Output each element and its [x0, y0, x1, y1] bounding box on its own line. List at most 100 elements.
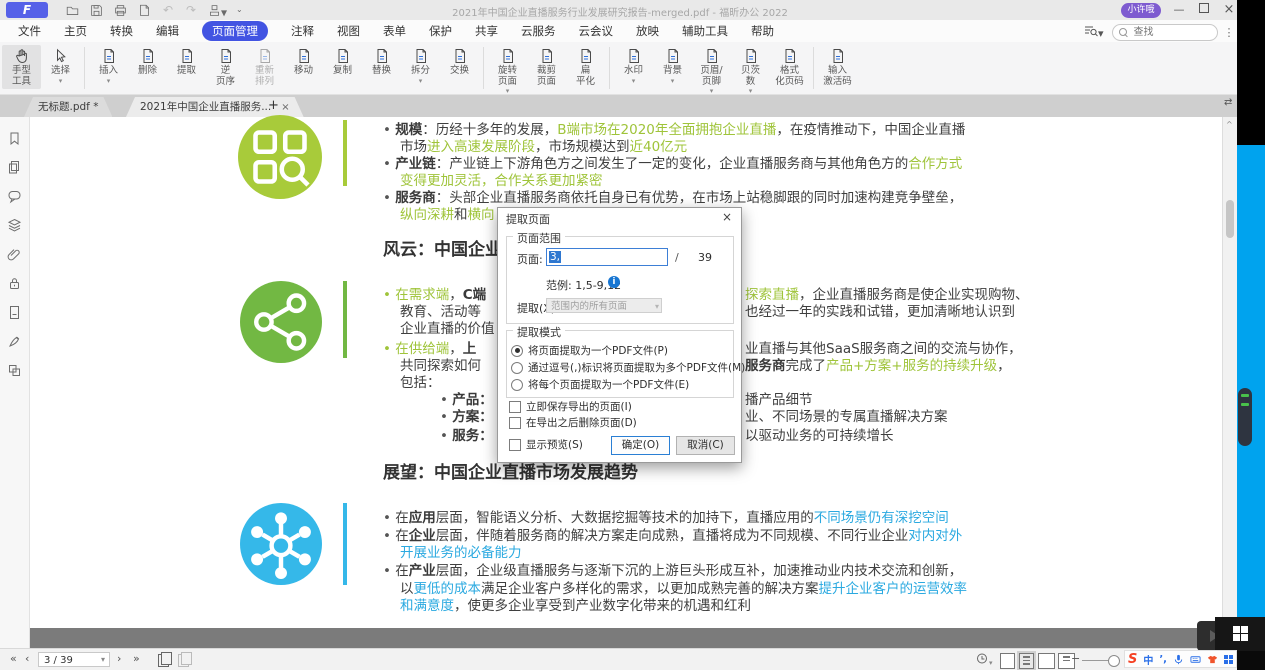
zoom-slider-knob[interactable] [1108, 655, 1120, 667]
check-delete-after-export[interactable]: 在导出之后删除页面(D) [509, 415, 637, 430]
tab-untitled[interactable]: 无标题.pdf * [24, 97, 112, 117]
header-footer-button[interactable]: 页眉/ 页脚▾ [692, 45, 731, 96]
punctuation-icon[interactable]: ’, [1159, 654, 1167, 665]
radio-icon[interactable] [511, 362, 523, 374]
split-doc-button[interactable]: 拆分▾ [401, 45, 440, 86]
page-range-input[interactable]: 3, [546, 248, 668, 266]
single-page-view-icon[interactable] [1000, 653, 1015, 669]
page-thumbnails-icon[interactable] [7, 160, 23, 176]
facing-view-icon[interactable] [1038, 653, 1055, 669]
minimize-button[interactable]: — [1168, 3, 1190, 18]
copy-page-button[interactable]: 复制 [323, 45, 362, 79]
rotate-page-button[interactable]: 旋转 页面▾ [488, 45, 527, 96]
checkbox-icon[interactable] [509, 401, 521, 413]
prev-page-button[interactable]: ‹ [25, 652, 29, 665]
menu-tab-10[interactable]: 共享 [475, 23, 498, 39]
cancel-button[interactable]: 取消(C) [676, 436, 735, 455]
insert-page-button[interactable]: 插入▾ [89, 45, 128, 86]
open-file-icon[interactable] [66, 2, 79, 18]
bookmark-icon[interactable] [7, 131, 23, 147]
dialog-close-icon[interactable]: × [722, 210, 732, 224]
menu-tab-11[interactable]: 云服务 [521, 23, 556, 39]
continuous-view-icon[interactable] [1019, 653, 1034, 669]
first-page-button[interactable]: « [10, 652, 17, 665]
page-number-box[interactable]: 3 / 39▾ [38, 652, 110, 667]
tab-close-icon[interactable]: × [281, 102, 289, 113]
radio-single-pdf[interactable]: 将页面提取为一个PDF文件(P) [511, 343, 668, 358]
more-options-icon[interactable]: ⋮ [1224, 26, 1235, 39]
split-view-icon[interactable] [7, 363, 23, 379]
menu-tab-2[interactable]: 主页 [64, 23, 87, 39]
menu-tab-4[interactable]: 编辑 [156, 23, 179, 39]
app-logo[interactable]: F [6, 2, 48, 18]
search-input[interactable] [1132, 26, 1196, 39]
attachment-icon[interactable] [7, 247, 23, 263]
layers-icon[interactable] [7, 218, 23, 234]
swap-panel-icon[interactable]: ⇄ [1224, 97, 1232, 108]
grid-search-icon: .f{fill:#fff;stroke:none} [238, 115, 322, 199]
checkbox-icon[interactable] [509, 417, 521, 429]
background-button[interactable]: 背景▾ [653, 45, 692, 86]
activation-code-button[interactable]: 输入 激活码 [818, 45, 857, 89]
menu-tab-3[interactable]: 转换 [110, 23, 133, 39]
save-icon[interactable] [90, 2, 103, 18]
checkbox-icon[interactable] [509, 439, 521, 451]
maximize-button[interactable] [1193, 3, 1215, 18]
radio-each-page-pdf[interactable]: 将每个页面提取为一个PDF文件(E) [511, 377, 689, 392]
reverse-order-button[interactable]: 逆 页序 [206, 45, 245, 89]
menu-tab-8[interactable]: 表单 [383, 23, 406, 39]
swap-page-button[interactable]: 交换 [440, 45, 479, 79]
zoom-out-button[interactable]: − [1071, 652, 1080, 665]
keyboard-icon[interactable] [1190, 654, 1201, 665]
skin-icon[interactable] [1207, 654, 1218, 665]
menu-tab-15[interactable]: 帮助 [751, 23, 774, 39]
radio-icon[interactable] [511, 345, 523, 357]
radio-icon[interactable] [511, 379, 523, 391]
watermark-button[interactable]: 水印▾ [614, 45, 653, 86]
menu-tab-14[interactable]: 辅助工具 [682, 23, 728, 39]
sogou-logo-icon[interactable]: S [1128, 652, 1137, 667]
menu-tab-9[interactable]: 保护 [429, 23, 452, 39]
new-tab-button[interactable]: + [268, 98, 279, 113]
crop-page-button[interactable]: 裁剪 页面 [527, 45, 566, 89]
replace-page-button[interactable]: 替换 [362, 45, 401, 79]
check-save-exported[interactable]: 立即保存导出的页面(I) [509, 399, 632, 414]
print-icon[interactable] [114, 2, 127, 18]
user-badge[interactable]: 小许哦 [1121, 3, 1161, 18]
menu-tab-6[interactable]: 注释 [291, 23, 314, 39]
snapshot-icon[interactable] [158, 654, 169, 667]
vertical-scrollbar[interactable] [1226, 200, 1234, 238]
floating-assistant-widget[interactable] [1238, 388, 1252, 446]
info-icon[interactable]: i [608, 276, 620, 288]
find-replace-icon[interactable]: ▾ [1084, 25, 1104, 40]
security-icon[interactable] [7, 276, 23, 292]
chinese-mode-icon[interactable]: 中 [1143, 652, 1153, 667]
hand-tool-button[interactable]: 手型 工具 [2, 45, 41, 89]
menu-tab-1[interactable]: 文件 [18, 23, 41, 39]
windows-start-icon[interactable] [1233, 626, 1248, 641]
move-page-button[interactable]: 移动 [284, 45, 323, 79]
rotate-view-icon[interactable]: ▾ [976, 652, 993, 668]
menu-tab-13[interactable]: 放映 [636, 23, 659, 39]
menu-tab-7[interactable]: 视图 [337, 23, 360, 39]
comments-icon[interactable] [7, 189, 23, 205]
collapse-panel-icon[interactable]: ^ [1226, 120, 1233, 129]
next-page-button[interactable]: › [117, 652, 121, 665]
select-tool-button[interactable]: 选择▾ [41, 45, 80, 86]
export-page-icon[interactable] [138, 2, 151, 18]
mic-icon[interactable] [1173, 654, 1184, 665]
delete-page-button[interactable]: 删除 [128, 45, 167, 79]
menu-tab-5[interactable]: 页面管理 [202, 21, 268, 41]
bates-number-button[interactable]: 贝茨 数▾ [731, 45, 770, 96]
signature-icon[interactable] [7, 334, 23, 350]
radio-comma-multi-pdf[interactable]: 通过逗号(,)标识将页面提取为多个PDF文件(M) [511, 360, 745, 375]
ok-button[interactable]: 确定(O) [611, 436, 670, 455]
check-show-preview[interactable]: 显示预览(S) [509, 437, 583, 452]
file-panel-icon[interactable] [7, 305, 23, 321]
last-page-button[interactable]: » [133, 652, 140, 665]
flatten-button[interactable]: 扁 平化 [566, 45, 605, 89]
menu-tab-12[interactable]: 云会议 [579, 23, 614, 39]
toolbox-icon[interactable] [1224, 655, 1233, 664]
format-page-number-button[interactable]: 格式 化页码 [770, 45, 809, 89]
extract-page-button[interactable]: 提取 [167, 45, 206, 79]
